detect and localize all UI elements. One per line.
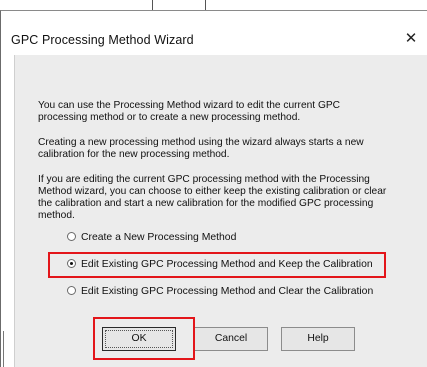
option-label: Edit Existing GPC Processing Method and … <box>81 259 373 270</box>
option-edit-clear-calibration[interactable]: Edit Existing GPC Processing Method and … <box>67 285 373 299</box>
option-edit-keep-calibration[interactable]: Edit Existing GPC Processing Method and … <box>67 258 373 272</box>
radio-button[interactable] <box>67 232 76 241</box>
new-method-paragraph: Creating a new processing method using t… <box>38 137 364 160</box>
cancel-button[interactable]: Cancel <box>194 327 268 351</box>
intro-paragraph: You can use the Processing Method wizard… <box>38 100 341 123</box>
option-label: Edit Existing GPC Processing Method and … <box>81 286 374 297</box>
radio-button[interactable] <box>67 286 76 295</box>
background-edge <box>3 331 4 367</box>
option-create-new[interactable]: Create a New Processing Method <box>67 231 236 245</box>
background-window-strip <box>0 0 427 10</box>
dialog-body: You can use the Processing Method wizard… <box>14 55 427 367</box>
background-line <box>152 0 153 10</box>
radio-button-selected[interactable] <box>67 259 76 268</box>
ok-button[interactable]: OK <box>102 327 176 351</box>
title-bar[interactable]: GPC Processing Method Wizard ✕ <box>1 11 427 55</box>
wizard-dialog: GPC Processing Method Wizard ✕ You can u… <box>0 10 427 367</box>
close-icon[interactable]: ✕ <box>401 28 421 50</box>
background-line <box>205 0 206 10</box>
option-label: Create a New Processing Method <box>81 232 237 243</box>
screenshot-stage: GPC Processing Method Wizard ✕ You can u… <box>0 0 427 367</box>
window-title: GPC Processing Method Wizard <box>11 33 194 47</box>
edit-method-paragraph: If you are editing the current GPC proce… <box>38 174 387 221</box>
help-button[interactable]: Help <box>281 327 355 351</box>
